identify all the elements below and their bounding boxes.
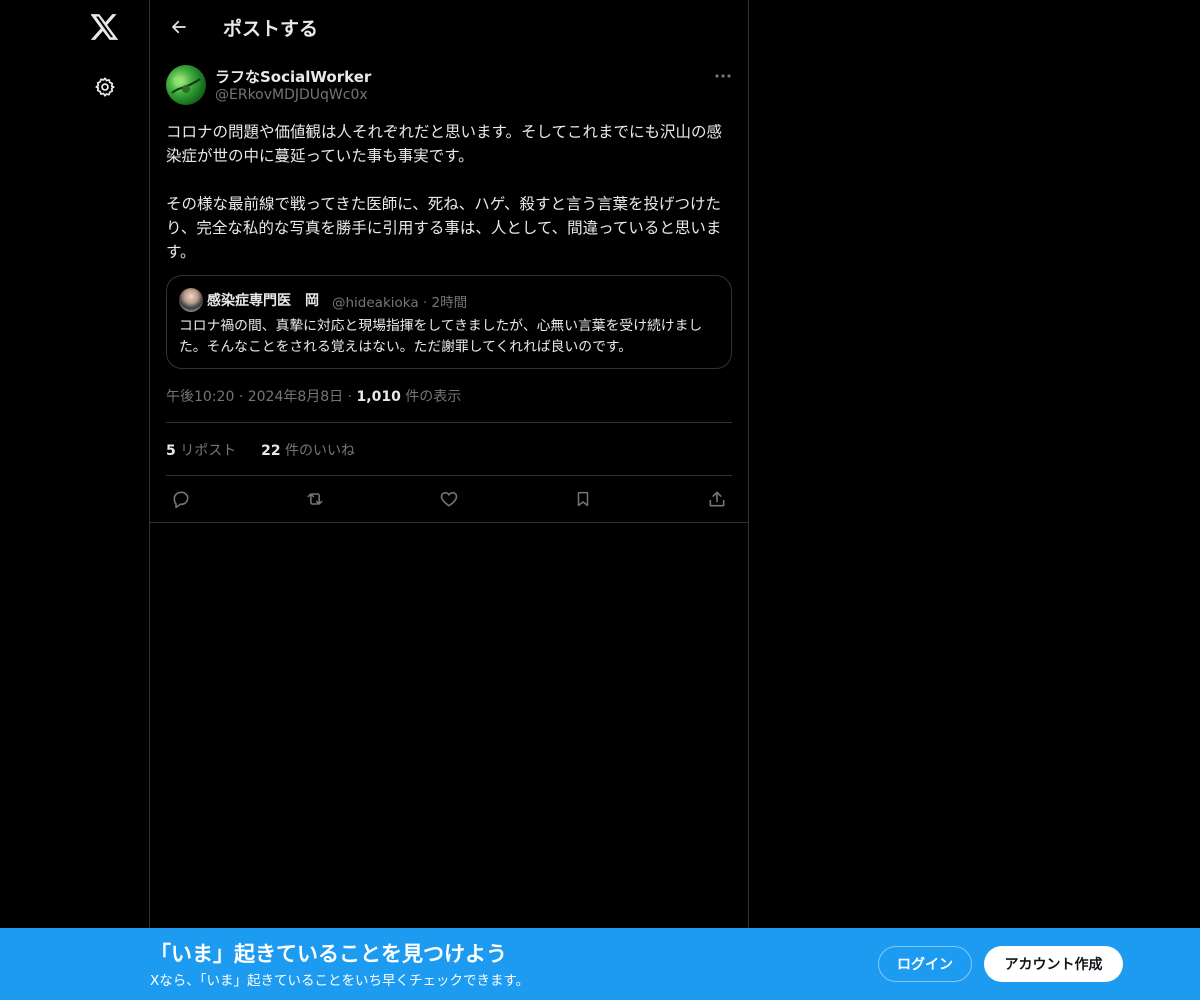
quoted-avatar xyxy=(179,288,203,312)
back-button[interactable] xyxy=(164,12,194,42)
post-meta: 午後10:20 · 2024年8月8日 · 1,010 件の表示 xyxy=(166,386,461,406)
bookmark-button[interactable] xyxy=(570,486,596,512)
bookmark-icon xyxy=(577,491,589,507)
left-rail xyxy=(0,0,150,1000)
repost-icon xyxy=(307,493,323,505)
views-count: 1,010 xyxy=(356,389,401,405)
x-logo-icon[interactable] xyxy=(90,12,120,42)
banner-title: 「いま」起きていることを見つけよう xyxy=(150,942,507,966)
avatar[interactable] xyxy=(166,65,206,105)
divider xyxy=(166,422,732,423)
reply-button[interactable] xyxy=(168,486,194,512)
post-text: コロナの問題や価値観は人それぞれだと思います。そしてこれまでにも沢山の感染症が世… xyxy=(166,123,722,261)
share-button[interactable] xyxy=(704,486,730,512)
page-title: ポストする xyxy=(223,18,319,40)
user-handle[interactable]: @ERkovMDJDUqWc0x xyxy=(215,87,368,103)
post-stats: 5 リポスト 22 件のいいね xyxy=(166,440,355,460)
banner-subtitle: Xなら、「いま」起きていることをいち早くチェックできます。 xyxy=(150,973,530,989)
quoted-time: 2時間 xyxy=(431,295,468,311)
separator-dot: · xyxy=(347,389,353,405)
gear-icon[interactable] xyxy=(91,73,119,101)
separator-dot: · xyxy=(238,389,244,405)
quoted-display-name: 感染症専門医 岡 xyxy=(207,293,319,309)
likes-label: 件のいいね xyxy=(285,443,356,459)
page-header: ポストする xyxy=(150,0,748,54)
divider xyxy=(150,522,748,523)
like-button[interactable] xyxy=(436,486,462,512)
signup-banner: 「いま」起きていることを見つけよう Xなら、「いま」起きていることをいち早くチェ… xyxy=(0,928,1200,1000)
post-time[interactable]: 午後10:20 xyxy=(166,389,234,405)
main-column: ポストする ラフなSocialWorker @ERkovMDJDUqWc0x コ… xyxy=(149,0,749,1000)
likes-count: 22 xyxy=(261,443,281,459)
share-icon xyxy=(709,491,725,507)
quoted-text: コロナ禍の間、真摯に対応と現場指揮をしてきましたが、心無い言葉を受け続けました。… xyxy=(179,318,703,355)
repost-button[interactable] xyxy=(302,486,328,512)
likes-stat[interactable]: 22 件のいいね xyxy=(261,443,355,459)
like-icon xyxy=(440,491,458,507)
divider xyxy=(166,475,732,476)
quoted-handle-time: @hideakioka · 2時間 xyxy=(332,291,467,311)
quoted-post[interactable]: 感染症専門医 岡 @hideakioka · 2時間 コロナ禍の間、真摯に対応と… xyxy=(166,275,732,369)
separator-dot: · xyxy=(422,295,428,311)
login-button[interactable]: ログイン xyxy=(878,946,972,982)
reposts-stat[interactable]: 5 リポスト xyxy=(166,443,241,459)
reposts-label: リポスト xyxy=(180,443,237,459)
display-name[interactable]: ラフなSocialWorker xyxy=(215,66,371,87)
action-bar xyxy=(166,486,732,512)
reply-icon xyxy=(173,491,189,509)
more-button[interactable] xyxy=(711,66,735,86)
quoted-handle: @hideakioka xyxy=(332,295,419,311)
post-date[interactable]: 2024年8月8日 xyxy=(248,389,343,405)
more-icon xyxy=(715,74,731,78)
create-account-button[interactable]: アカウント作成 xyxy=(984,946,1123,982)
reposts-count: 5 xyxy=(166,443,176,459)
back-arrow-icon xyxy=(172,20,186,34)
views-label: 件の表示 xyxy=(405,389,462,405)
